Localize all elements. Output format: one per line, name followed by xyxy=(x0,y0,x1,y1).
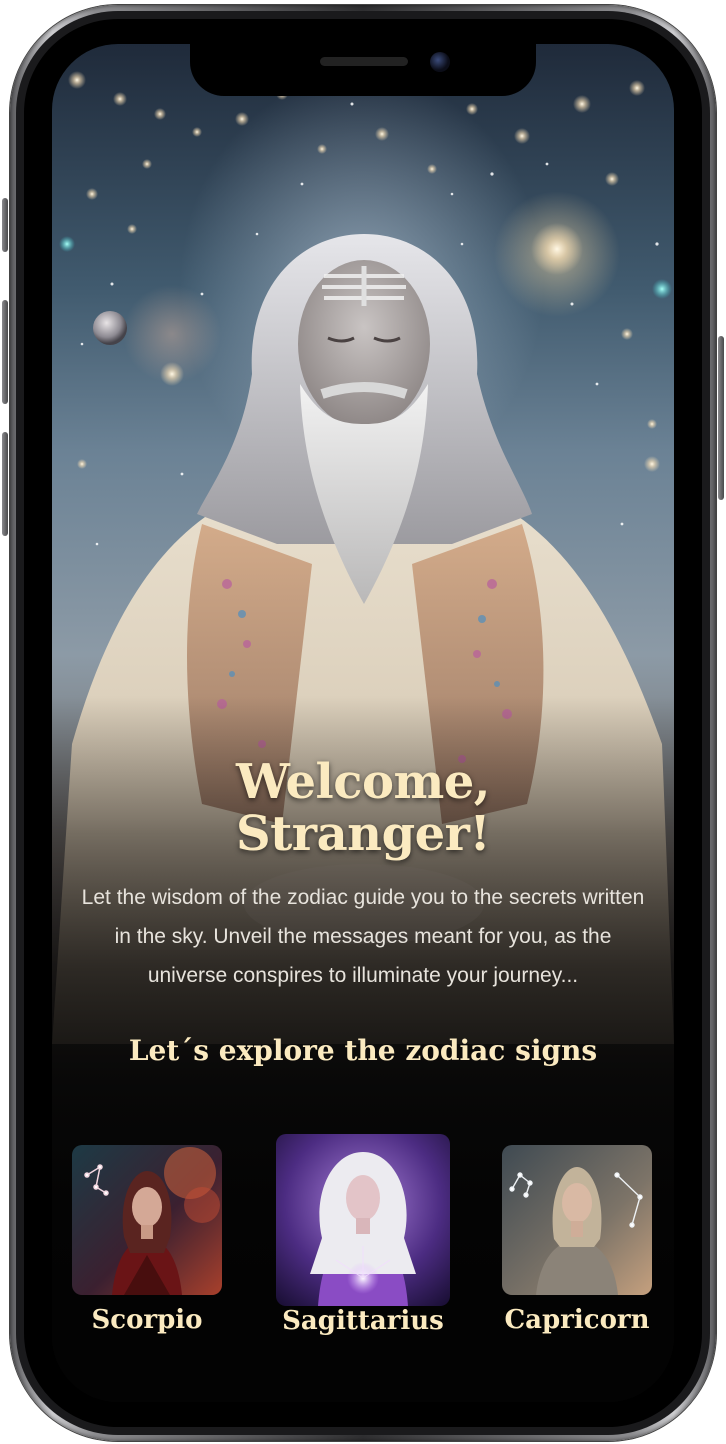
power-button xyxy=(718,336,724,500)
sign-card-capricorn[interactable]: Capricorn xyxy=(502,1145,652,1345)
scorpio-image xyxy=(72,1145,222,1295)
sign-card-sagittarius[interactable]: Sagittarius xyxy=(276,1134,450,1345)
notch xyxy=(190,44,536,96)
welcome-line-2: Stranger! xyxy=(235,806,491,862)
intro-text: Let the wisdom of the zodiac guide you t… xyxy=(81,886,645,987)
sagittarius-image xyxy=(276,1134,450,1306)
explore-heading: Let´s explore the zodiac signs xyxy=(128,1034,598,1067)
sagittarius-label: Sagittarius xyxy=(282,1306,444,1336)
welcome-title: Welcome, Stranger! xyxy=(52,756,674,860)
volume-up-button xyxy=(2,300,8,404)
sign-card-scorpio[interactable]: Scorpio xyxy=(72,1145,222,1345)
app-screen: Welcome, Stranger! Let the wisdom of the… xyxy=(52,44,674,1402)
volume-down-button xyxy=(2,432,8,536)
capricorn-label: Capricorn xyxy=(504,1305,650,1335)
capricorn-image xyxy=(502,1145,652,1295)
front-camera-icon xyxy=(430,52,450,72)
scorpio-label: Scorpio xyxy=(91,1305,203,1335)
welcome-line-1: Welcome, xyxy=(235,754,491,810)
earpiece-speaker xyxy=(320,57,408,66)
mute-switch xyxy=(2,198,8,252)
